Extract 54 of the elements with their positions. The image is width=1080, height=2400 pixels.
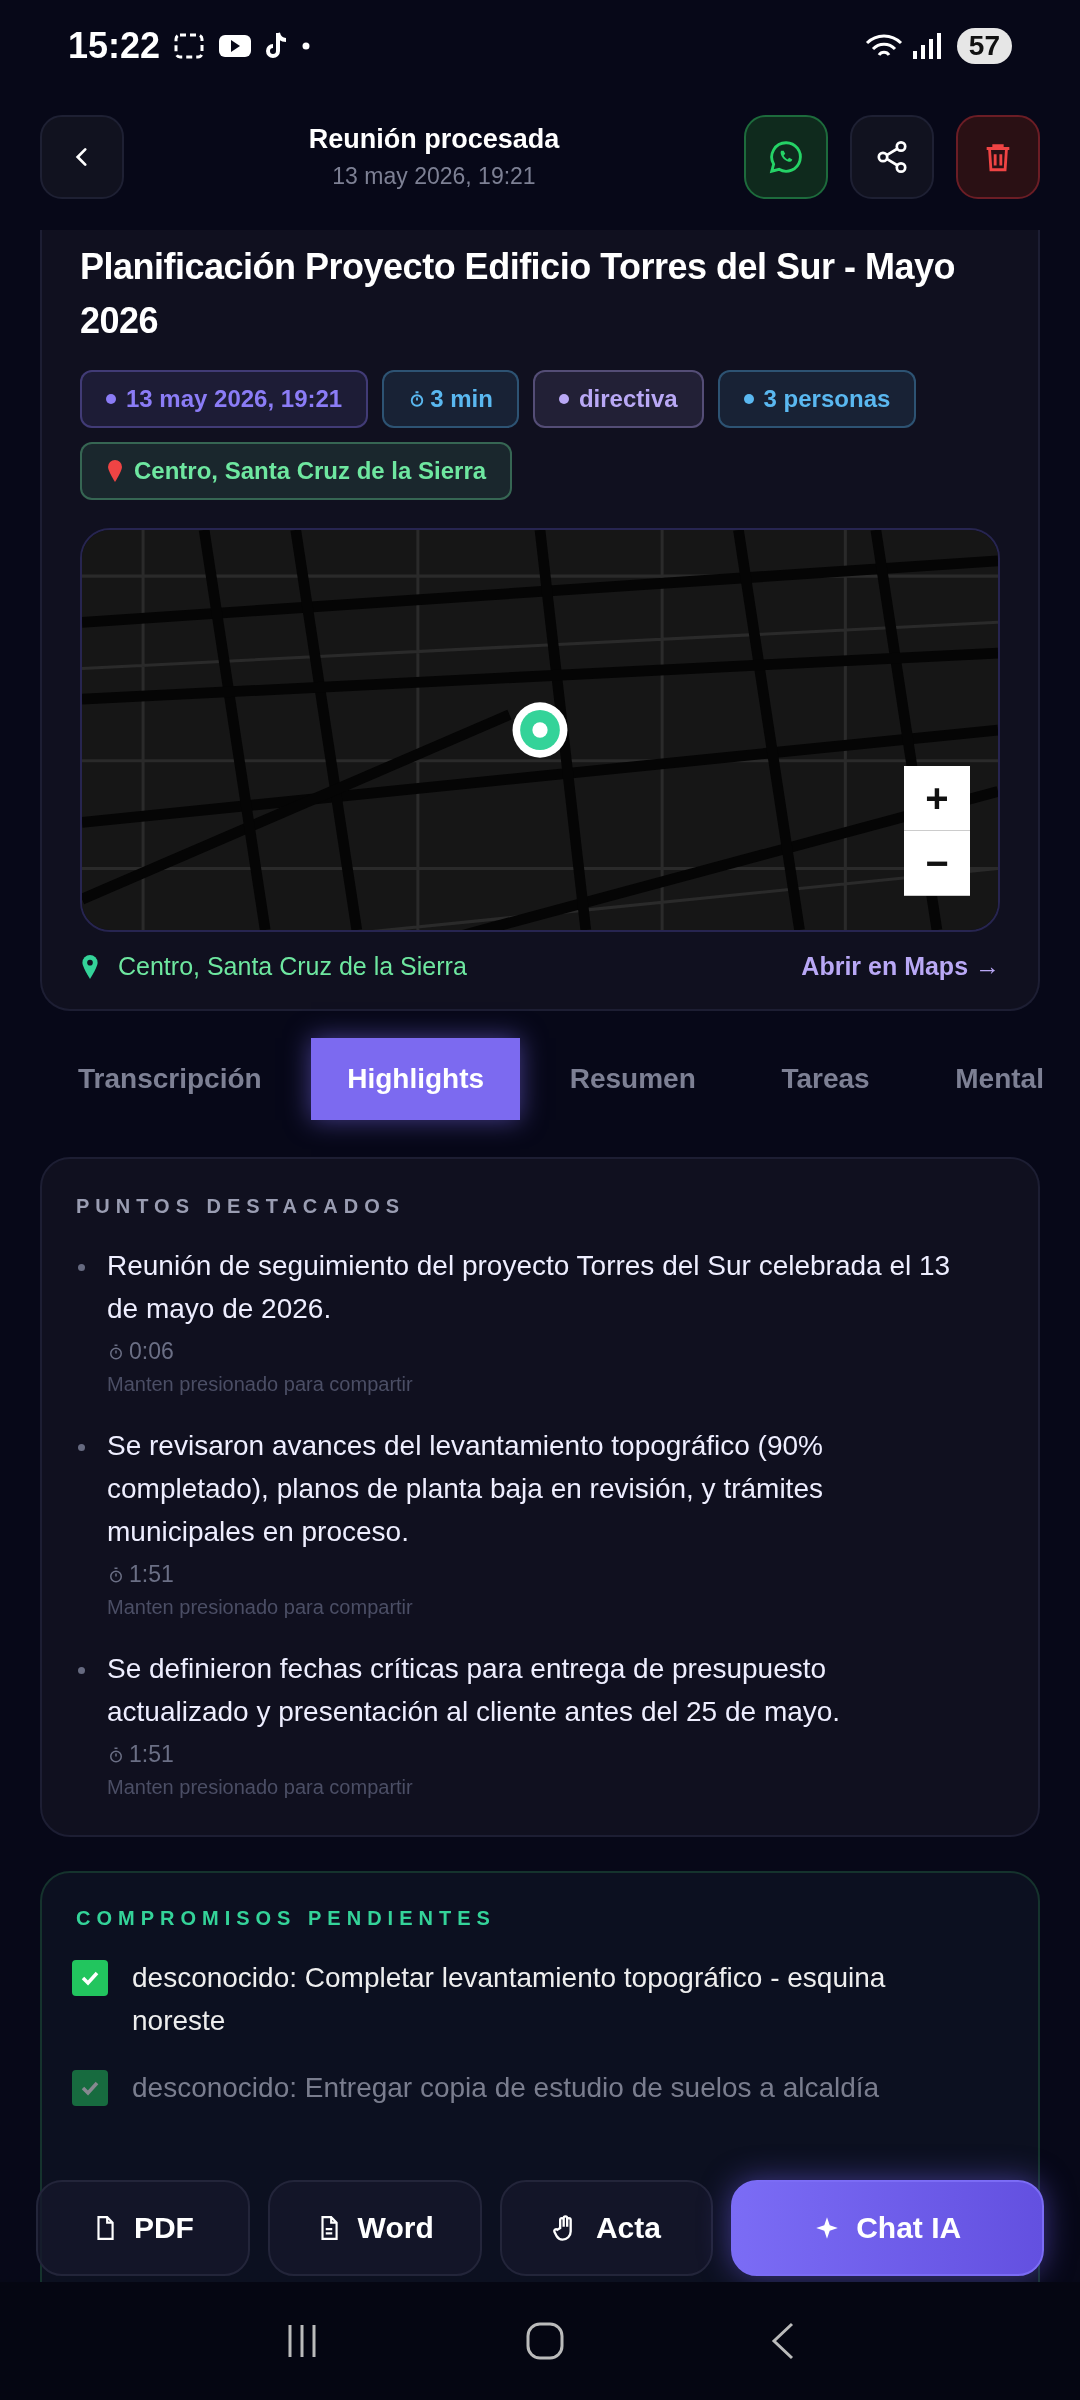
location-text: Centro, Santa Cruz de la Sierra — [118, 952, 467, 981]
timer-icon — [107, 1342, 125, 1361]
open-maps-link[interactable]: Abrir en Maps → — [801, 952, 1000, 981]
music-note-icon — [266, 31, 289, 61]
meeting-title: Planificación Proyecto Edificio Torres del Sur - Mayo 2026 — [80, 245, 957, 343]
zoom-in-button[interactable]: + — [904, 766, 970, 831]
chat-share-button[interactable] — [744, 115, 828, 199]
video-icon — [218, 34, 253, 58]
meeting-tag: Centro, Santa Cruz de la Sierra — [80, 442, 513, 500]
tab[interactable]: Highlights — [311, 1038, 521, 1120]
meeting-tag: 3 min — [382, 370, 519, 428]
meeting-tag: 3 personas — [717, 370, 917, 428]
section-heading: PUNTOS DESTACADOS — [76, 1195, 407, 1218]
tab[interactable]: Transcripción — [50, 1038, 298, 1120]
bullet-icon — [78, 1444, 85, 1451]
tab[interactable]: Resumen — [533, 1038, 732, 1120]
screenshot-icon — [174, 32, 205, 60]
dot-icon — [302, 42, 311, 50]
meeting-tag: 13 may 2026, 19:21 — [80, 370, 369, 428]
timer-icon — [107, 1745, 125, 1764]
screen-subtitle: 13 may 2026, 19:21 — [332, 163, 536, 190]
status-time: 15:22 — [68, 25, 161, 67]
action-button[interactable]: Word — [267, 2180, 482, 2276]
action-button[interactable]: PDF — [36, 2180, 250, 2276]
highlight-text: Reunión de seguimiento del proyecto Torres del Sur celebrada el 13 de mayo de 2026. — [107, 1249, 952, 1326]
pin-icon — [106, 459, 124, 483]
commitment-text: desconocido: Completar levantamiento topográfico - esquina noreste — [132, 1961, 887, 2038]
timer-icon — [107, 1565, 125, 1584]
share-hint: Manten presionado para compartir — [107, 1373, 414, 1396]
timestamp: 1:51 — [129, 1741, 174, 1768]
timestamp: 0:06 — [129, 1338, 174, 1365]
commitment-text: desconocido: Entregar copia de estudio de suelos a alcaldía — [132, 2071, 880, 2105]
bullet-icon — [78, 1264, 85, 1271]
battery-level: 57 — [956, 28, 1012, 64]
tab[interactable]: Tareas — [745, 1038, 906, 1120]
section-heading: COMPROMISOS PENDIENTES — [76, 1907, 497, 1930]
share-button[interactable] — [850, 115, 934, 199]
tab[interactable]: Mental — [919, 1038, 1080, 1120]
screen-title: Reunión procesada — [308, 124, 560, 155]
chat-bubble-icon — [767, 138, 805, 176]
bullet-icon — [78, 1667, 85, 1674]
action-button[interactable]: Chat IA — [731, 2180, 1044, 2276]
delete-button[interactable] — [956, 115, 1040, 199]
share-hint: Manten presionado para compartir — [107, 1596, 414, 1619]
highlight-text: Se revisaron avances del levantamiento topográfico (90% completado), planos de planta baja en revisión, y trámites municipales en proceso. — [107, 1429, 824, 1549]
checkbox[interactable] — [72, 1960, 108, 1996]
timestamp: 1:51 — [129, 1561, 174, 1588]
action-button[interactable]: Acta — [499, 2180, 714, 2276]
location-pin-icon — [80, 953, 100, 980]
checkbox[interactable] — [72, 2070, 108, 2106]
highlight-text: Se definieron fechas críticas para entrega de presupuesto actualizado y presentación al cliente antes del 25 de mayo. — [107, 1652, 842, 1729]
share-hint: Manten presionado para compartir — [107, 1776, 414, 1799]
meeting-tag: directiva — [532, 370, 704, 428]
home-icon[interactable] — [525, 2321, 565, 2361]
